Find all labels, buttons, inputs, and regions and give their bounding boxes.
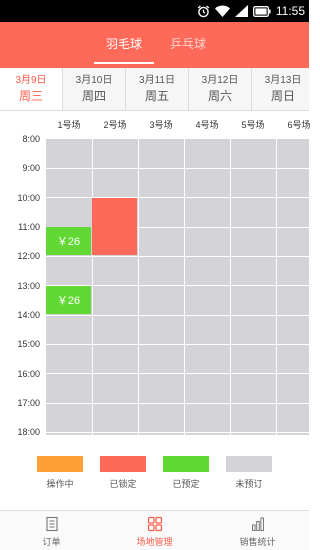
nav-label: 销售统计: [239, 537, 276, 547]
legend-label: 操作中: [46, 479, 74, 489]
grid-divider: [46, 256, 309, 257]
slot-price: ￥26: [56, 236, 81, 248]
court-label-6: 6号场: [287, 120, 311, 130]
order-icon: [45, 516, 58, 532]
grid-divider: [46, 373, 309, 374]
court-label-3: 3号场: [149, 120, 173, 130]
nav-venue-management[interactable]: 场地管理: [103, 511, 206, 550]
legend-locked: 已锁定: [99, 456, 147, 490]
date-tab-weekday: 周日: [270, 89, 295, 103]
legend-swatch: [37, 456, 83, 472]
legend-swatch: [100, 456, 146, 472]
date-tab-weekday: 周五: [144, 89, 169, 103]
court-label-5: 5号场: [241, 120, 265, 130]
time-label: 11:00: [18, 222, 40, 232]
grid-icon: [147, 516, 162, 532]
time-label: 18:00: [17, 427, 40, 437]
legend-label: 已锁定: [109, 479, 137, 489]
bar-chart-icon: [251, 517, 264, 531]
nav-label: 场地管理: [136, 537, 173, 547]
time-label: 10:00: [17, 193, 40, 203]
grid-divider: [276, 139, 277, 435]
date-tab-date: 3月13日: [264, 75, 302, 86]
grid-divider: [46, 197, 309, 198]
legend-booked: 已预定: [162, 456, 210, 490]
time-label: 15:00: [17, 339, 40, 349]
booked-slot[interactable]: ￥26: [46, 286, 91, 314]
grid-divider: [46, 315, 309, 316]
status-bar: 11:55: [0, 0, 309, 22]
date-tab-date: 3月9日: [15, 75, 47, 86]
date-tab-1[interactable]: 3月10日 周四: [63, 68, 126, 110]
date-tab-3[interactable]: 3月12日 周六: [189, 68, 252, 110]
booked-slot[interactable]: ￥26: [46, 227, 91, 255]
court-label-2: 2号场: [103, 120, 127, 130]
date-tab-weekday: 周四: [81, 89, 106, 103]
time-label: 16:00: [17, 369, 40, 379]
nav-label: 订单: [42, 537, 61, 547]
grid-divider: [46, 168, 309, 169]
legend-swatch: [163, 456, 209, 472]
date-tab-weekday: 周三: [18, 89, 43, 103]
grid-divider: [46, 344, 309, 345]
grid-divider: [230, 139, 231, 435]
grid-divider: [138, 139, 139, 435]
status-icons: 11:55: [197, 3, 305, 19]
grid-divider: [92, 139, 93, 435]
alarm-icon: [197, 5, 210, 17]
date-tab-0[interactable]: 3月9日 周三: [0, 68, 63, 110]
signal-icon: [234, 5, 248, 17]
time-label: 14:00: [17, 310, 40, 320]
legend-label: 未预订: [235, 479, 263, 489]
time-label: 13:00: [17, 281, 40, 291]
locked-slot[interactable]: [92, 198, 137, 255]
court-label-4: 4号场: [195, 120, 219, 130]
nav-sales-stats[interactable]: 销售统计: [206, 511, 309, 550]
status-time: 11:55: [275, 4, 305, 18]
date-tab-date: 3月12日: [201, 75, 239, 86]
date-tab-date: 3月11日: [139, 75, 175, 86]
date-tab-2[interactable]: 3月11日 周五: [126, 68, 189, 110]
battery-icon: [252, 5, 271, 17]
tab-badminton[interactable]: 羽毛球: [94, 22, 154, 68]
date-tabs: 3月9日 周三 3月10日 周四 3月11日 周五 3月12日 周六 3月13日…: [0, 68, 309, 111]
grid-divider: [46, 403, 309, 404]
time-label: 9:00: [22, 163, 40, 173]
time-label: 12:00: [17, 251, 40, 261]
grid-divider: [46, 432, 309, 433]
time-label: 17:00: [17, 398, 40, 408]
slot-price: ￥26: [56, 295, 81, 307]
date-tab-4[interactable]: 3月13日 周日: [252, 68, 309, 110]
tab-pingpong[interactable]: 乒乓球: [160, 22, 216, 68]
time-label: 8:00: [22, 134, 40, 144]
legend-operating: 操作中: [36, 456, 84, 490]
court-label-1: 1号场: [57, 120, 81, 130]
wifi-icon: [214, 5, 230, 17]
legend-available: 未预订: [225, 456, 273, 490]
grid-divider: [184, 139, 185, 435]
app-header: 羽毛球 乒乓球: [0, 22, 309, 68]
nav-orders[interactable]: 订单: [0, 511, 103, 550]
court-schedule-grid[interactable]: ￥26 ￥26: [46, 139, 309, 435]
date-tab-date: 3月10日: [75, 75, 113, 86]
legend-swatch: [226, 456, 272, 472]
bottom-nav: 订单 场地管理 销售统计: [0, 510, 309, 550]
legend-label: 已预定: [172, 479, 200, 489]
date-tab-weekday: 周六: [207, 89, 232, 103]
